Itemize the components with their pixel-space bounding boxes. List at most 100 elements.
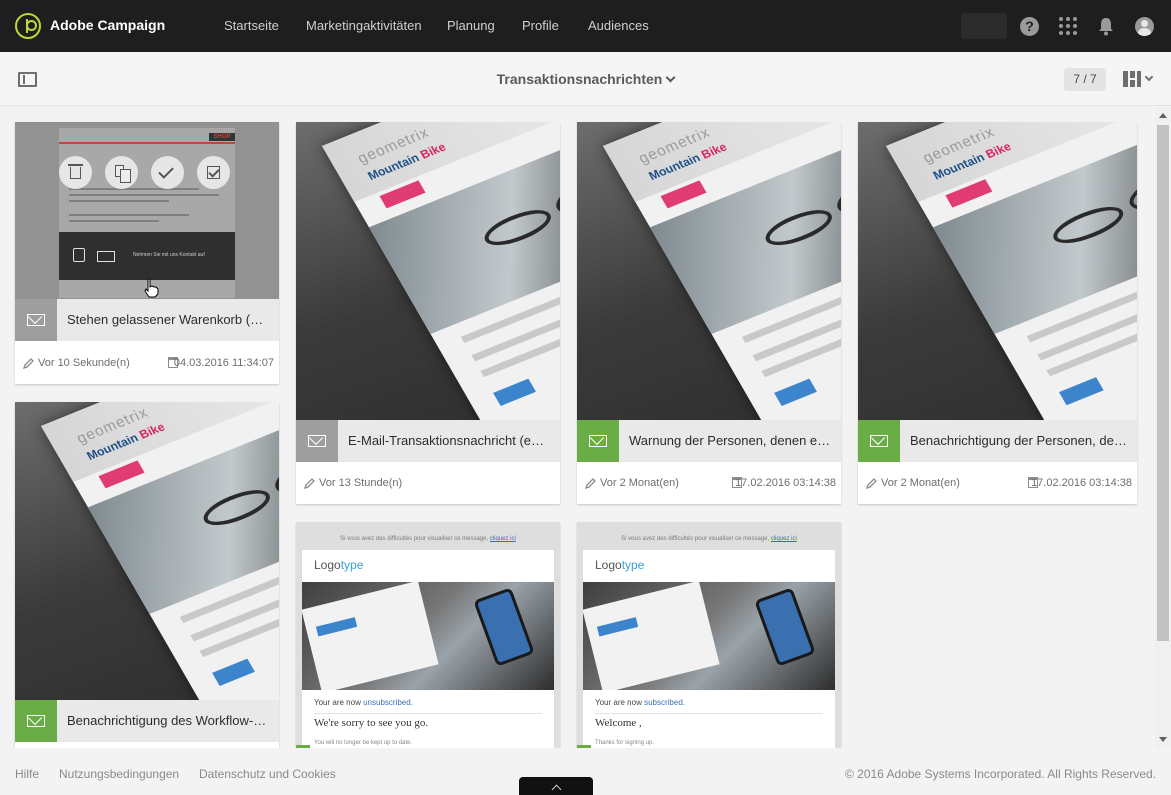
scroll-up-arrow-icon[interactable] (1159, 113, 1167, 118)
card-thumbnail[interactable]: Si vous avez des difficultés pour visual… (577, 522, 841, 748)
select-button[interactable] (197, 156, 230, 189)
layout-switch-icon[interactable] (1123, 71, 1141, 87)
card-thumbnail[interactable]: geometrix Mountain Bike (296, 122, 560, 420)
copy-icon (115, 165, 131, 183)
card-thumbnail[interactable]: geometrix Mountain Bike (577, 122, 841, 420)
preview-notice: Si vous avez des difficultés pour visual… (340, 536, 516, 542)
footer-link-nutzungsbedingungen[interactable]: Nutzungsbedingungen (59, 767, 179, 781)
envelope-icon (27, 314, 45, 326)
preview-message: Welcome , (595, 717, 642, 729)
nav-marketingaktivitaeten[interactable]: Marketingaktivitäten (306, 18, 422, 33)
transaction-message-card[interactable]: Si vous avez des difficultés pour visual… (577, 522, 841, 748)
nav-startseite[interactable]: Startseite (224, 18, 279, 33)
transaction-message-card[interactable]: geometrix Mountain Bike Benachrichtigung… (15, 402, 279, 748)
card-title[interactable]: Stehen gelassener Warenkorb (RT... (67, 312, 271, 327)
apps-grid-icon[interactable] (1059, 17, 1077, 35)
checkmark-icon (158, 163, 174, 179)
card-caption: Stehen gelassener Warenkorb (RT... (15, 299, 279, 341)
chevron-down-icon (665, 72, 676, 83)
transaction-message-card[interactable]: geometrix Mountain Bike E-Mail-Transakti… (296, 122, 560, 504)
nav-profile[interactable]: Profile (522, 18, 559, 33)
email-preview: SHOP Nehmen Sie mit uns Kontakt auf (59, 128, 235, 298)
user-avatar[interactable] (1135, 17, 1154, 36)
nav-audiences[interactable]: Audiences (588, 18, 649, 33)
envelope-icon (27, 715, 45, 727)
card-thumbnail[interactable]: Si vous avez des difficultés pour visual… (296, 522, 560, 748)
trash-icon (68, 164, 83, 179)
help-icon[interactable]: ? (1020, 17, 1039, 36)
card-title[interactable]: Benachrichtigung des Workflow-V... (67, 713, 271, 728)
email-preview: Logotype Your are now unsubscribed. We'r… (302, 550, 554, 748)
item-count-badge: 7 / 7 (1064, 68, 1106, 91)
email-type-badge (577, 420, 619, 462)
card-action-bar (59, 156, 235, 190)
email-type-badge (15, 700, 57, 742)
logotype-logo: Logotype (314, 558, 364, 572)
preview-notice: Si vous avez des difficultés pour visual… (621, 536, 797, 542)
transaction-message-card[interactable]: Si vous avez des difficultés pour visual… (296, 522, 560, 748)
vertical-scrollbar[interactable] (1155, 107, 1171, 748)
nav-planung[interactable]: Planung (447, 18, 495, 33)
app-title[interactable]: Adobe Campaign (50, 17, 165, 33)
shop-logo: SHOP (209, 133, 235, 141)
date-label: 04.03.2016 11:34:07 (173, 357, 274, 369)
publish-button[interactable] (151, 156, 184, 189)
card-caption: Benachrichtigung der Personen, den... (858, 420, 1137, 462)
preview-message: We're sorry to see you go. (314, 717, 429, 729)
footer-link-datenschutz[interactable]: Datenschutz und Cookies (199, 767, 336, 781)
card-thumbnail[interactable]: SHOP Nehmen Sie mit uns Kontakt auf (15, 122, 279, 299)
view-title-dropdown[interactable]: Transaktionsnachrichten (0, 71, 1171, 87)
envelope-icon (589, 435, 607, 447)
scroll-down-arrow-icon[interactable] (1159, 737, 1167, 742)
card-title[interactable]: E-Mail-Transaktionsnachricht (em... (348, 433, 552, 448)
date-label: 17.02.2016 03:14:38 (735, 477, 836, 489)
transaction-message-card[interactable]: geometrix Mountain Bike Benachrichtigung… (858, 122, 1137, 504)
date-label: 17.02.2016 03:14:38 (1031, 477, 1132, 489)
checkbox-icon (207, 166, 220, 179)
envelope-icon (97, 251, 115, 262)
view-header: Transaktionsnachrichten 7 / 7 (0, 52, 1171, 106)
email-type-badge (858, 420, 900, 462)
card-thumbnail[interactable]: geometrix Mountain Bike (858, 122, 1137, 420)
footer-link-hilfe[interactable]: Hilfe (15, 767, 39, 781)
view-title-label: Transaktionsnachrichten (496, 71, 663, 87)
card-title[interactable]: Warnung der Personen, denen ein... (629, 433, 833, 448)
transaction-message-card[interactable]: geometrix Mountain Bike Warnung der Pers… (577, 122, 841, 504)
subscription-status: Your are now unsubscribed. (314, 698, 413, 707)
email-preview: Logotype Your are now subscribed. Welcom… (583, 550, 835, 748)
footer: Hilfe Nutzungsbedingungen Datenschutz un… (0, 748, 1171, 795)
card-meta: Vor 10 Sekunde(n) 04.03.2016 11:34:07 (15, 342, 279, 384)
email-type-badge (15, 299, 57, 341)
transaction-message-card[interactable]: SHOP Nehmen Sie mit uns Kontakt auf Steh… (15, 122, 279, 384)
card-meta: Vor 2 Monat(en) 17.02.2016 03:14:38 (858, 462, 1137, 504)
top-navigation-bar: Adobe Campaign Startseite Marketingaktiv… (0, 0, 1171, 52)
card-caption: Benachrichtigung des Workflow-V... (15, 700, 279, 742)
email-type-badge (296, 420, 338, 462)
modified-label: Vor 2 Monat(en) (881, 477, 960, 489)
notifications-bell-icon[interactable] (1098, 16, 1114, 36)
preview-small-text: You will no longer be kept up to date. (314, 740, 413, 746)
card-thumbnail[interactable]: geometrix Mountain Bike (15, 402, 279, 700)
subscription-status: Your are now subscribed. (595, 698, 686, 707)
delete-button[interactable] (59, 156, 92, 189)
modified-label: Vor 2 Monat(en) (600, 477, 679, 489)
envelope-icon (308, 435, 326, 447)
expand-panel-tab[interactable] (519, 777, 593, 795)
modified-label: Vor 13 Stunde(n) (319, 477, 403, 489)
hand-cursor-icon (144, 278, 159, 298)
adobe-campaign-logo-icon[interactable] (15, 13, 41, 39)
phone-icon (73, 248, 85, 262)
scrollbar-thumb[interactable] (1157, 125, 1169, 641)
pencil-icon (866, 478, 877, 489)
card-meta: Vor 13 Stunde(n) (296, 462, 560, 504)
logotype-logo: Logotype (595, 558, 645, 572)
card-meta: Vor 2 Monat(en) 17.02.2016 03:14:38 (577, 462, 841, 504)
search-field[interactable] (961, 13, 1007, 39)
preview-small-text: Thanks for signing up. (595, 740, 655, 746)
contact-text: Nehmen Sie mit uns Kontakt auf (133, 252, 205, 258)
envelope-icon (870, 435, 888, 447)
card-title[interactable]: Benachrichtigung der Personen, den... (910, 433, 1129, 448)
card-caption: E-Mail-Transaktionsnachricht (em... (296, 420, 560, 462)
duplicate-button[interactable] (105, 156, 138, 189)
copyright-text: © 2016 Adobe Systems Incorporated. All R… (844, 767, 1156, 781)
